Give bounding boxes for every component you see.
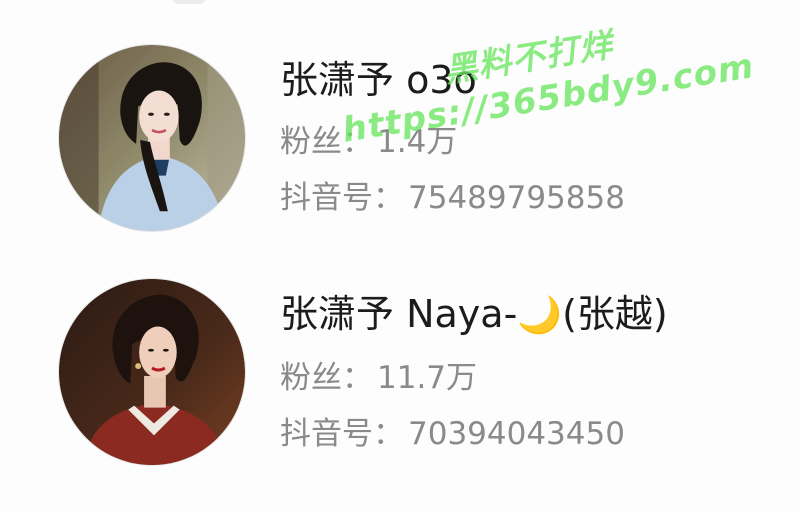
avatar-image (59, 279, 245, 465)
douyin-id-value: 70394043450 (408, 416, 625, 452)
douyin-id: 抖音号： 75489795858 (280, 180, 625, 216)
fans-value: 1.4万 (377, 124, 458, 160)
user-name-text: 张潇予 Naya- (280, 292, 518, 336)
fans-label: 粉丝： (280, 360, 373, 396)
fans-count: 粉丝： 1.4万 (280, 124, 625, 160)
user-info: 张潇予 o3o 粉丝： 1.4万 抖音号： 75489795858 (280, 58, 625, 216)
avatar-image (59, 45, 245, 231)
douyin-id: 抖音号： 70394043450 (280, 416, 668, 452)
user-name[interactable]: 张潇予 o3o (280, 58, 625, 102)
crescent-moon-icon: 🌙 (517, 295, 563, 336)
user-name-suffix: (张越) (562, 292, 668, 336)
douyin-id-label: 抖音号： (280, 180, 404, 216)
search-results-page: 张潇予 o3o 粉丝： 1.4万 抖音号： 75489795858 张潇予 Na… (0, 0, 800, 512)
top-edge-element (170, 0, 208, 4)
douyin-id-label: 抖音号： (280, 416, 404, 452)
douyin-id-value: 75489795858 (408, 180, 625, 216)
fans-count: 粉丝： 11.7万 (280, 360, 668, 396)
avatar[interactable] (58, 278, 246, 466)
user-info: 张潇予 Naya-🌙(张越) 粉丝： 11.7万 抖音号： 70394043450 (280, 292, 668, 452)
user-result-row[interactable]: 张潇予 Naya-🌙(张越) 粉丝： 11.7万 抖音号： 70394043450 (0, 278, 800, 478)
fans-value: 11.7万 (377, 360, 478, 396)
user-name[interactable]: 张潇予 Naya-🌙(张越) (280, 292, 668, 338)
fans-label: 粉丝： (280, 124, 373, 160)
avatar[interactable] (58, 44, 246, 232)
user-result-row[interactable]: 张潇予 o3o 粉丝： 1.4万 抖音号： 75489795858 (0, 44, 800, 244)
